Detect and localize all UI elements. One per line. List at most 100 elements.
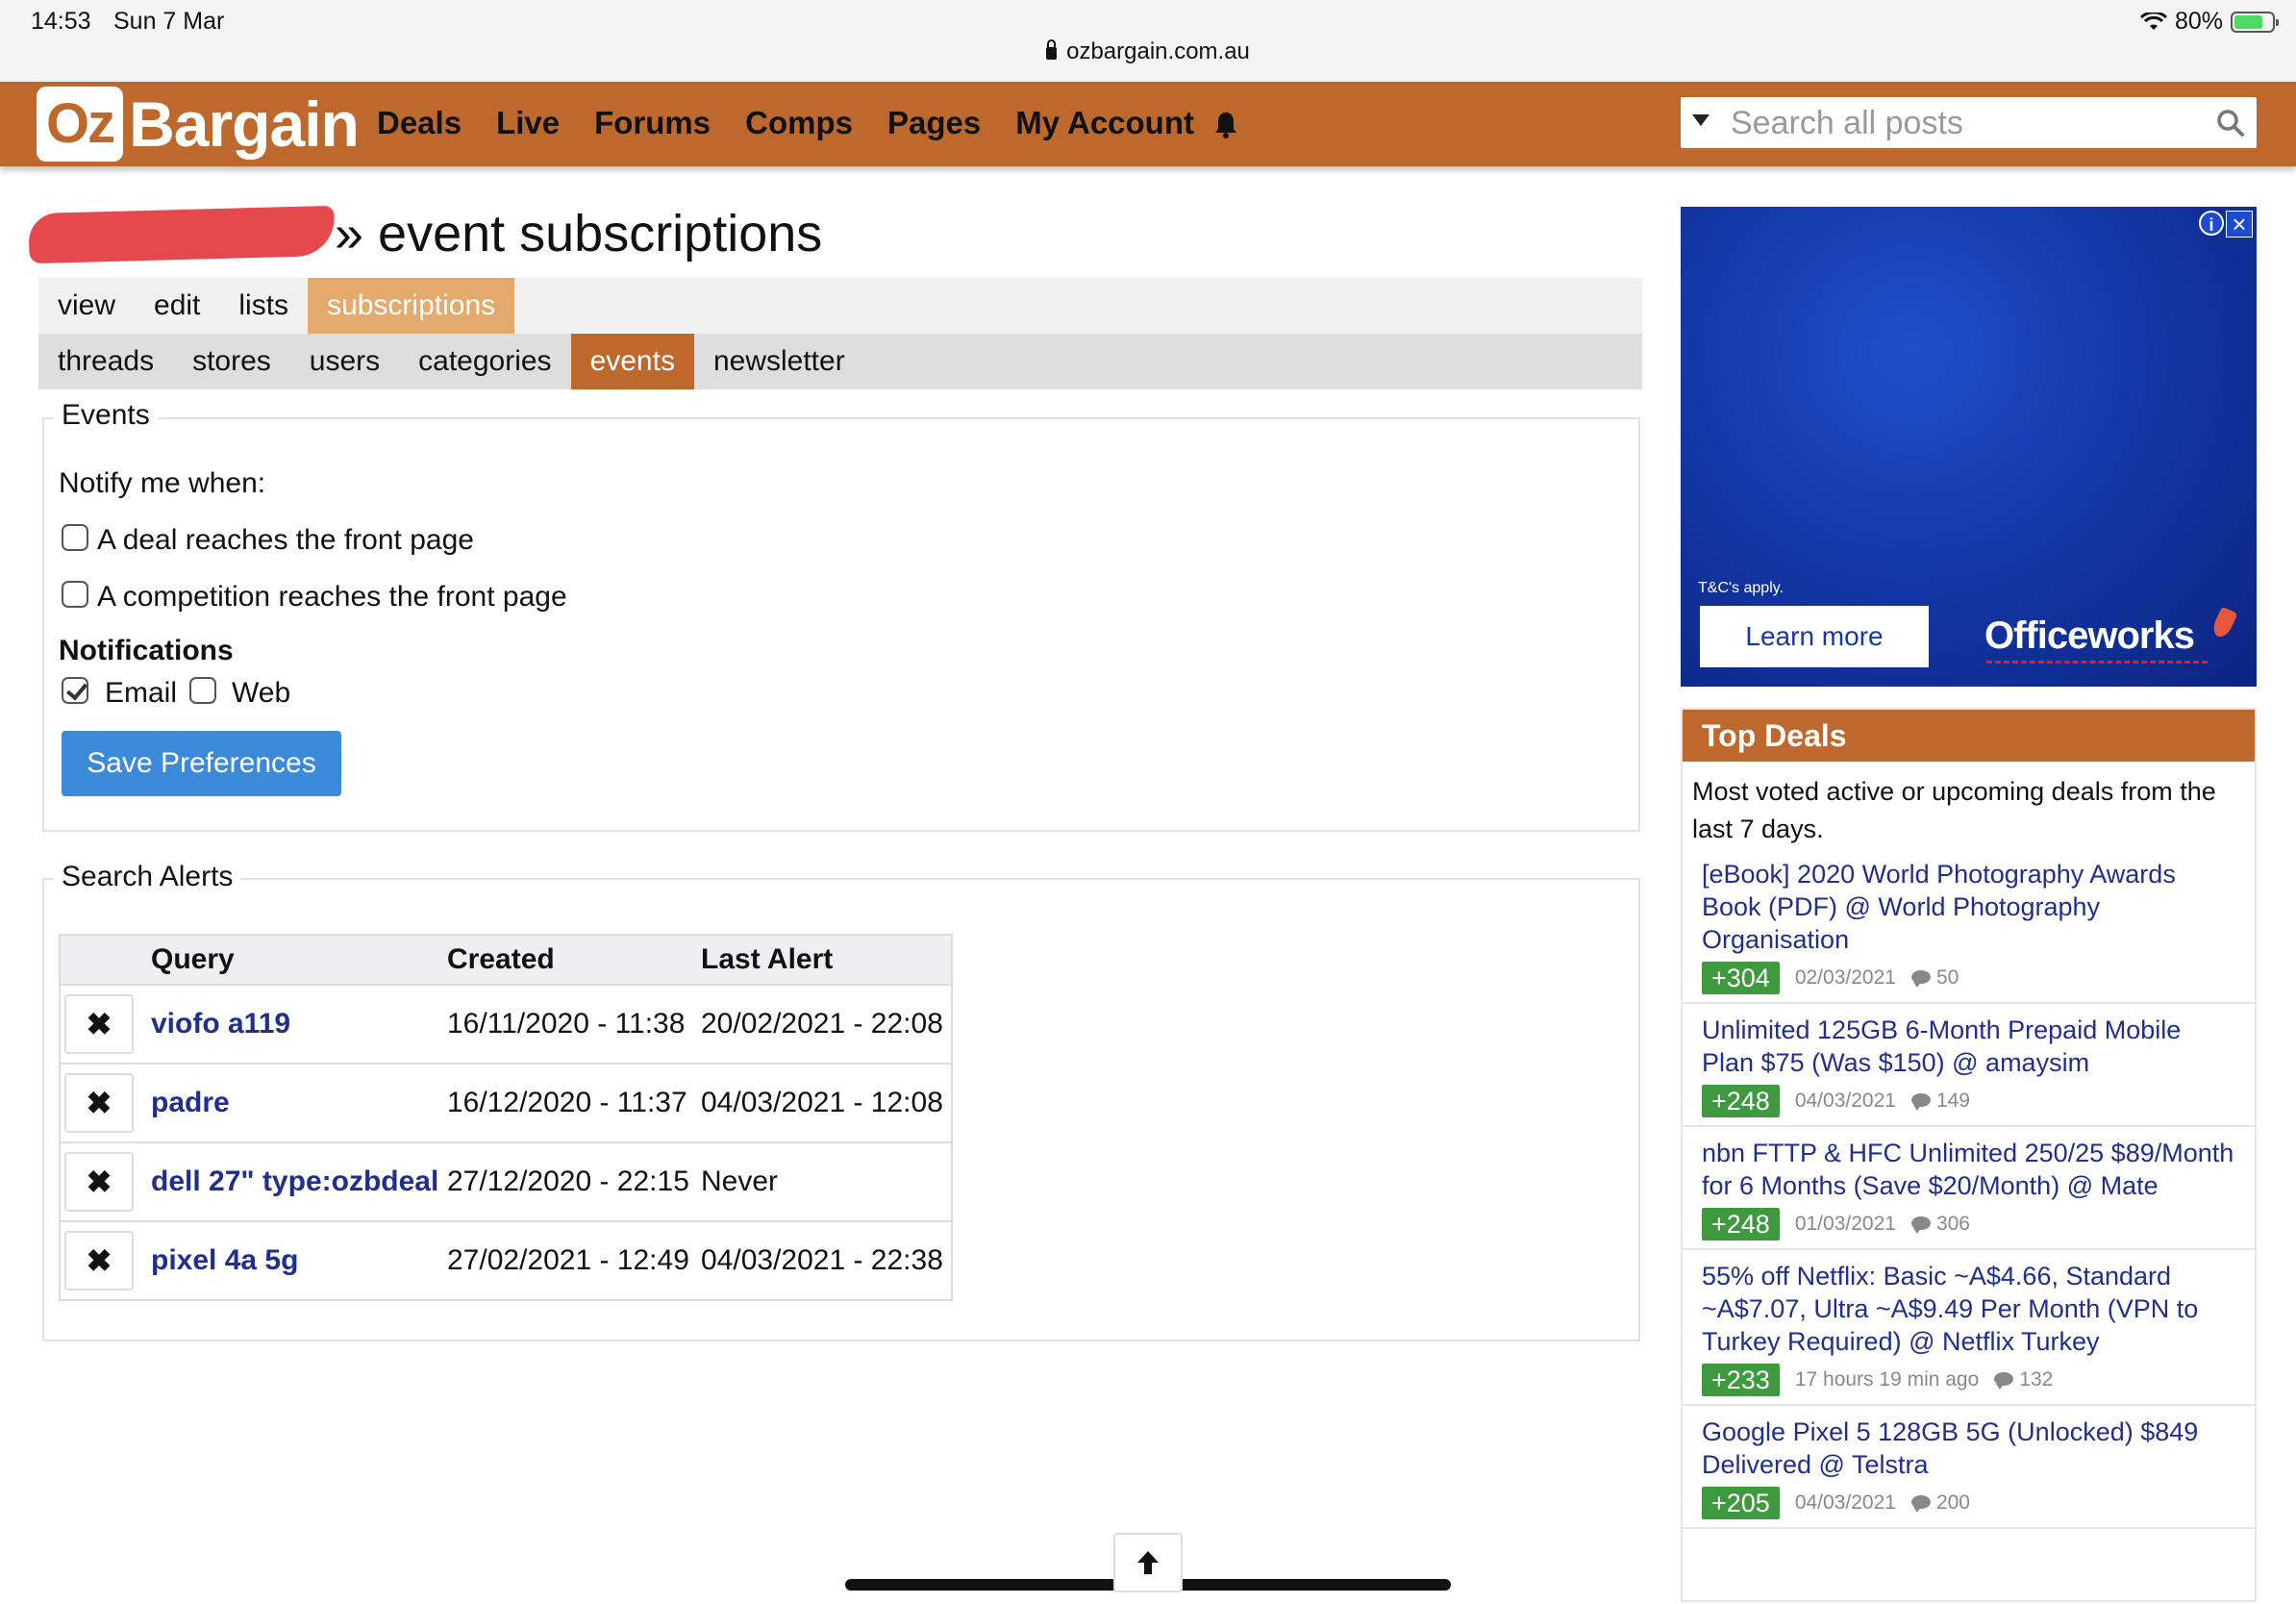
tab-stores[interactable]: stores: [173, 334, 290, 389]
subscription-tabs: threads stores users categories events n…: [38, 334, 1642, 389]
header-query: Query: [147, 935, 443, 985]
deal-item: Unlimited 125GB 6-Month Prepaid Mobile P…: [1683, 1004, 2255, 1127]
deal-votes: +248: [1702, 1208, 1780, 1241]
page-title: » event subscriptions: [335, 205, 823, 263]
tab-users[interactable]: users: [290, 334, 399, 389]
delete-alert-button[interactable]: ✖: [64, 1152, 134, 1212]
status-date: Sun 7 Mar: [113, 8, 225, 35]
alert-query[interactable]: viofo a119: [147, 984, 443, 1064]
delete-alert-button[interactable]: ✖: [64, 994, 134, 1054]
deal-item: nbn FTTP & HFC Unlimited 250/25 $89/Mont…: [1683, 1127, 2255, 1250]
alert-last: Never: [697, 1141, 952, 1221]
battery-percent: 80%: [2174, 8, 2223, 35]
email-checkbox[interactable]: [62, 677, 88, 704]
top-deals-header: Top Deals: [1683, 710, 2255, 762]
back-to-top-button[interactable]: [1113, 1533, 1183, 1592]
bell-icon[interactable]: [1213, 111, 1238, 139]
deal-title[interactable]: Google Pixel 5 128GB 5G (Unlocked) $849 …: [1702, 1416, 2237, 1481]
address-bar[interactable]: ozbargain.com.au: [0, 38, 2296, 65]
search-alerts-table: Query Created Last Alert ✖ viofo a119 16…: [59, 934, 953, 1301]
advertisement[interactable]: i × T&C's apply. Learn more Officeworks: [1681, 207, 2257, 687]
nav-my-account[interactable]: My Account: [1015, 105, 1194, 141]
alert-last: 04/03/2021 - 12:08: [697, 1063, 952, 1142]
alert-query[interactable]: dell 27" type:ozbdeal: [147, 1141, 443, 1221]
ad-brand-underline: [1986, 661, 2208, 664]
nav-comps[interactable]: Comps: [745, 105, 853, 141]
ad-learn-more-button[interactable]: Learn more: [1700, 606, 1929, 667]
delete-alert-button[interactable]: ✖: [64, 1073, 134, 1133]
search-input[interactable]: [1729, 101, 2194, 145]
profile-tabs: view edit lists subscriptions: [38, 278, 1642, 334]
deal-date: 02/03/2021: [1794, 966, 1896, 989]
deal-comments: 132: [2019, 1368, 2054, 1391]
ad-info-icon[interactable]: i: [2199, 211, 2224, 236]
nav-live[interactable]: Live: [496, 105, 560, 141]
table-row: ✖ pixel 4a 5g 27/02/2021 - 12:49 04/03/2…: [60, 1220, 952, 1300]
deal-comments: 200: [1935, 1491, 1970, 1514]
notifications-heading: Notifications: [59, 635, 234, 666]
tab-threads[interactable]: threads: [38, 334, 173, 389]
tab-categories[interactable]: categories: [399, 334, 570, 389]
comment-icon: [1910, 1495, 1931, 1513]
top-deals-description: Most voted active or upcoming deals from…: [1692, 777, 2216, 843]
header-last-alert: Last Alert: [697, 935, 952, 985]
alert-created: 27/02/2021 - 12:49: [443, 1220, 697, 1300]
tab-newsletter[interactable]: newsletter: [694, 334, 864, 389]
search-icon[interactable]: [2216, 109, 2245, 138]
delete-alert-button[interactable]: ✖: [64, 1231, 134, 1291]
tab-lists[interactable]: lists: [219, 278, 308, 334]
deal-votes: +248: [1702, 1085, 1780, 1117]
front-page-competition-label[interactable]: A competition reaches the front page: [97, 581, 567, 614]
web-label[interactable]: Web: [232, 677, 290, 710]
alert-created: 16/11/2020 - 11:38: [443, 984, 697, 1064]
site-logo[interactable]: Oz Bargain: [37, 86, 360, 163]
deal-item: 55% off Netflix: Basic ~A$4.66, Standard…: [1683, 1250, 2255, 1406]
deal-date: 04/03/2021: [1794, 1491, 1896, 1514]
deal-comments: 306: [1935, 1213, 1970, 1235]
front-page-deal-label[interactable]: A deal reaches the front page: [97, 524, 474, 557]
deal-title[interactable]: nbn FTTP & HFC Unlimited 250/25 $89/Mont…: [1702, 1137, 2237, 1202]
battery-icon: [2231, 11, 2279, 33]
tab-subscriptions[interactable]: subscriptions: [308, 278, 515, 334]
search-scope-dropdown-icon[interactable]: [1692, 114, 1710, 126]
deal-comments: 149: [1935, 1090, 1970, 1112]
tab-view[interactable]: view: [38, 278, 135, 334]
front-page-competition-checkbox[interactable]: [62, 581, 88, 608]
nav-deals[interactable]: Deals: [377, 105, 462, 141]
search-box: [1681, 97, 2257, 148]
nav-pages[interactable]: Pages: [887, 105, 981, 141]
lock-icon: [1046, 39, 1058, 60]
comment-icon: [1910, 970, 1931, 988]
tab-events[interactable]: events: [570, 334, 694, 389]
deal-title[interactable]: 55% off Netflix: Basic ~A$4.66, Standard…: [1702, 1260, 2237, 1358]
table-header-row: Query Created Last Alert: [60, 935, 952, 985]
status-time: 14:53: [31, 8, 91, 35]
redacted-username: [28, 205, 336, 264]
save-preferences-button[interactable]: Save Preferences: [62, 731, 341, 796]
alert-created: 27/12/2020 - 22:15: [443, 1141, 697, 1221]
wifi-icon: [2139, 12, 2167, 30]
ad-brand-logo: Officeworks: [1984, 614, 2195, 657]
deal-votes: +233: [1702, 1364, 1780, 1396]
tab-edit[interactable]: edit: [135, 278, 219, 334]
logo-oz: Oz: [37, 87, 124, 162]
close-icon: ✖: [86, 1086, 112, 1120]
web-checkbox[interactable]: [189, 677, 216, 704]
deal-title[interactable]: Unlimited 125GB 6-Month Prepaid Mobile P…: [1702, 1014, 2237, 1079]
table-row: ✖ padre 16/12/2020 - 11:37 04/03/2021 - …: [60, 1063, 952, 1142]
comment-icon: [1994, 1372, 2014, 1390]
alert-query[interactable]: pixel 4a 5g: [147, 1220, 443, 1300]
alert-query[interactable]: padre: [147, 1063, 443, 1142]
deal-item: [eBook] 2020 World Photography Awards Bo…: [1683, 848, 2255, 1004]
deal-title[interactable]: [eBook] 2020 World Photography Awards Bo…: [1702, 858, 2237, 956]
comment-icon: [1910, 1216, 1931, 1234]
deal-votes: +304: [1702, 962, 1780, 994]
arrow-up-icon: [1137, 1551, 1159, 1574]
email-label[interactable]: Email: [105, 677, 177, 710]
front-page-deal-checkbox[interactable]: [62, 524, 88, 551]
deal-date: 04/03/2021: [1794, 1090, 1896, 1112]
nav-forums[interactable]: Forums: [594, 105, 711, 141]
ad-close-icon[interactable]: ×: [2226, 211, 2253, 238]
deal-item: Google Pixel 5 128GB 5G (Unlocked) $849 …: [1683, 1406, 2255, 1529]
main-nav: Deals Live Forums Comps Pages My Account: [377, 105, 1194, 141]
